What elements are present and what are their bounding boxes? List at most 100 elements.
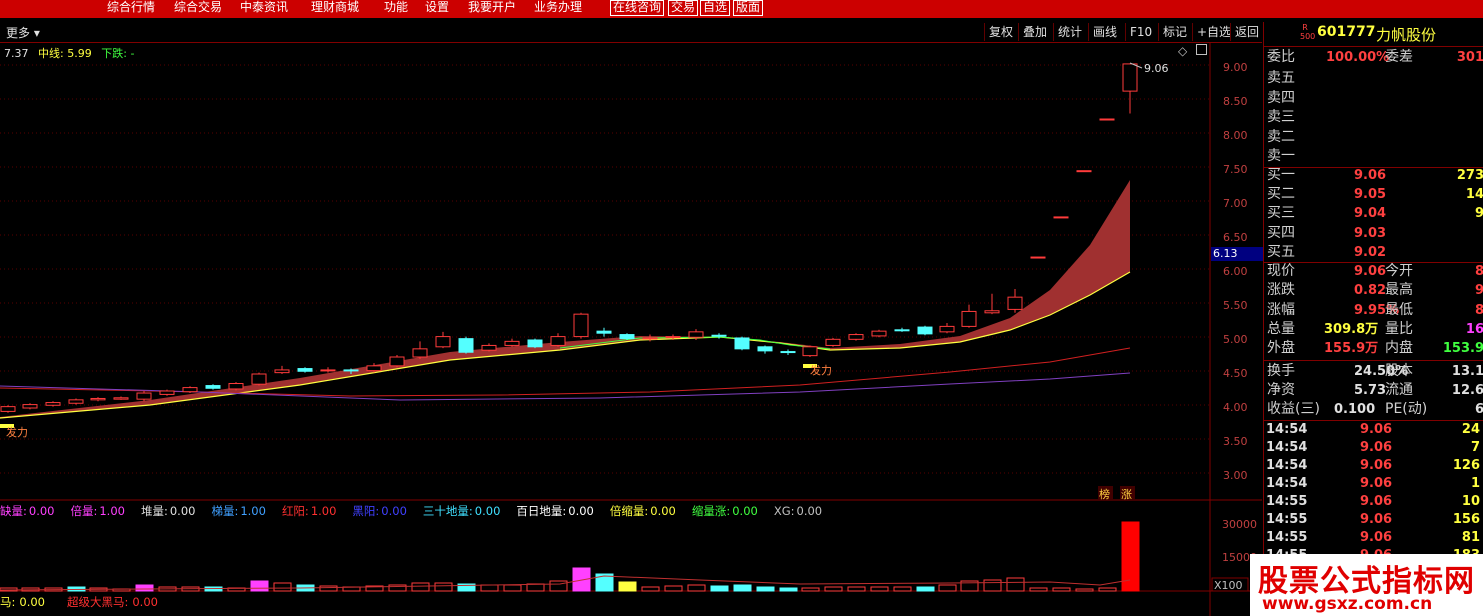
volume-unit: X100: [1214, 579, 1243, 592]
volume-bar: [824, 586, 843, 592]
buy-label: 买四: [1267, 224, 1295, 241]
volume-bar: [870, 586, 889, 592]
tick-row: 14:55 9.06 156: [1264, 511, 1483, 529]
volume-bar: [411, 582, 430, 592]
candle-body: [45, 402, 61, 406]
sell-row-4: 卖四: [1264, 89, 1483, 108]
volume-bar: [135, 584, 154, 592]
indicator-value: 0.00: [650, 504, 676, 518]
volume-bar: [847, 586, 866, 592]
quote-label-2: 最高: [1385, 282, 1413, 299]
sell-label: 卖一: [1267, 148, 1295, 164]
quote-label: 换手: [1267, 362, 1295, 379]
candle-body: [894, 329, 910, 332]
quote-label: 涨跌: [1267, 282, 1295, 299]
tick-time: 14:55: [1266, 494, 1308, 509]
candle-body: [366, 365, 382, 372]
purple-ma-line: [0, 372, 1131, 401]
bottom-indicator-item: 马: 0.00: [0, 595, 45, 609]
volume-bar: [618, 581, 637, 592]
axis-label-7-00: 7.00: [1223, 197, 1248, 210]
bottom-indicator-value: 0.00: [132, 595, 158, 609]
tick-price: 9.06: [1360, 512, 1393, 527]
axis-label-3-00: 3.00: [1223, 469, 1248, 482]
volume-bar: [250, 580, 269, 592]
indicator-item: 黑阳: 0.00: [352, 504, 414, 518]
candle-body: [780, 351, 796, 354]
quote-value: 0.82: [1354, 283, 1387, 299]
tick-row: 14:54 9.06 7: [1264, 439, 1483, 457]
red-ma-line: [0, 347, 1131, 397]
candle-body: [228, 383, 244, 390]
tick-time: 14:54: [1266, 422, 1308, 437]
buy-volume: 9: [1474, 206, 1483, 222]
stock-name: 力帆股份: [1376, 26, 1437, 44]
candle-body: [757, 346, 773, 352]
tick-time: 14:54: [1266, 440, 1308, 455]
buy-row-3: 买三 9.04 9: [1264, 204, 1483, 223]
candle-body: [825, 338, 841, 346]
buy-price: 9.04: [1354, 206, 1387, 222]
quote-label-2: 内盘: [1385, 340, 1413, 357]
axis-label-8-00: 8.00: [1223, 129, 1248, 142]
current-price-marker: 6.13: [1211, 247, 1264, 261]
sell-label: 卖四: [1267, 89, 1295, 106]
candle-body: [320, 369, 336, 372]
candle-body: [665, 336, 681, 339]
signal-label-left: 发力: [6, 425, 28, 439]
volume-bar: [687, 584, 706, 592]
candle-body: [573, 313, 589, 338]
buy-volume: 14: [1465, 187, 1483, 203]
quote-label: 净资: [1267, 381, 1295, 398]
indicator-label: 倍缩量:: [609, 504, 649, 518]
candle-body: [412, 348, 428, 358]
quote-row: 总量 309.8万 量比 16: [1264, 320, 1483, 339]
volume-bar: [1052, 587, 1071, 592]
tick-volume: 10: [1461, 494, 1480, 509]
quote-label-2: 今开: [1385, 263, 1413, 279]
indicator-value: 0.00: [568, 504, 594, 518]
candle-body: [22, 404, 38, 409]
quote-row: 现价 9.06 今开 8: [1264, 262, 1483, 281]
volume-bar: [1098, 587, 1117, 592]
candle-body: [1007, 296, 1023, 310]
indicator-item: 百日地量: 0.00: [516, 504, 601, 518]
badge-bottom: 500: [1300, 32, 1316, 41]
quote-panel: R 500 601777 力帆股份 委比 100.00% 委差 301 卖五 卖四 卖三 卖二…: [1263, 22, 1483, 616]
candlesticks: [0, 63, 1138, 413]
axis-label-7-50: 7.50: [1223, 163, 1248, 176]
volume-axis-label-30000: 30000: [1222, 518, 1257, 531]
tick-price: 9.06: [1360, 530, 1393, 545]
candle-body: [688, 331, 704, 338]
indicator-value: 1.00: [99, 504, 125, 518]
indicator-item: XG: 0.00: [774, 504, 830, 518]
trend-ribbon: [0, 180, 1130, 418]
sell-row-5: 卖五: [1264, 69, 1483, 88]
volume-bar: [388, 584, 407, 592]
axis-label-6-50: 6.50: [1223, 231, 1248, 244]
tag-zhang[interactable]: 涨: [1121, 488, 1132, 501]
bottom-indicator-value: 0.00: [19, 595, 45, 609]
tag-bang[interactable]: 榜: [1099, 487, 1110, 501]
grid-lines: [0, 64, 1210, 474]
candle-body: [619, 334, 635, 340]
stock-badge: R 500: [1300, 23, 1316, 41]
buy-price: 9.06: [1354, 168, 1387, 183]
buy-row-4: 买四 9.03: [1264, 224, 1483, 243]
quote-value: 155.9万: [1324, 341, 1379, 357]
volume-bar: [733, 584, 752, 592]
weibi-value: 100.00%: [1326, 50, 1390, 65]
candle-body: [136, 392, 152, 400]
quote-label-2: 量比: [1385, 320, 1413, 337]
indicator-value: 0.00: [474, 504, 501, 518]
indicator-label: 缺量:: [0, 504, 27, 518]
tick-row: 14:54 9.06 126: [1264, 457, 1483, 475]
buy-price: 9.02: [1354, 244, 1387, 260]
indicator-item: 缺量: 0.00: [0, 504, 62, 518]
stock-code: 601777: [1317, 24, 1376, 40]
volume-bar: [938, 584, 957, 592]
volume-bar: [480, 584, 499, 592]
buy-label: 买三: [1267, 205, 1295, 222]
volume-bar: [503, 584, 522, 592]
indicator-item: 红阳: 1.00: [282, 504, 344, 518]
